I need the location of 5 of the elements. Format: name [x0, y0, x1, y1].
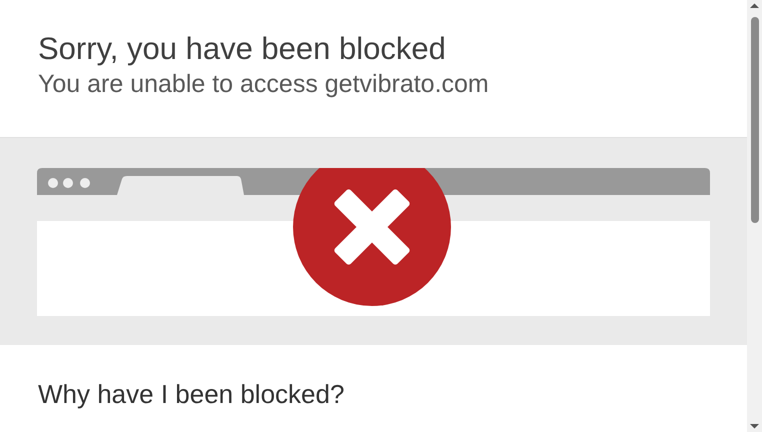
scrollbar[interactable] — [747, 0, 762, 432]
section-heading: Why have I been blocked? — [38, 378, 346, 411]
scroll-thumb[interactable] — [750, 17, 758, 223]
page-subtitle: You are unable to access getvibrato.com — [38, 69, 490, 100]
page-title: Sorry, you have been blocked — [38, 30, 447, 68]
